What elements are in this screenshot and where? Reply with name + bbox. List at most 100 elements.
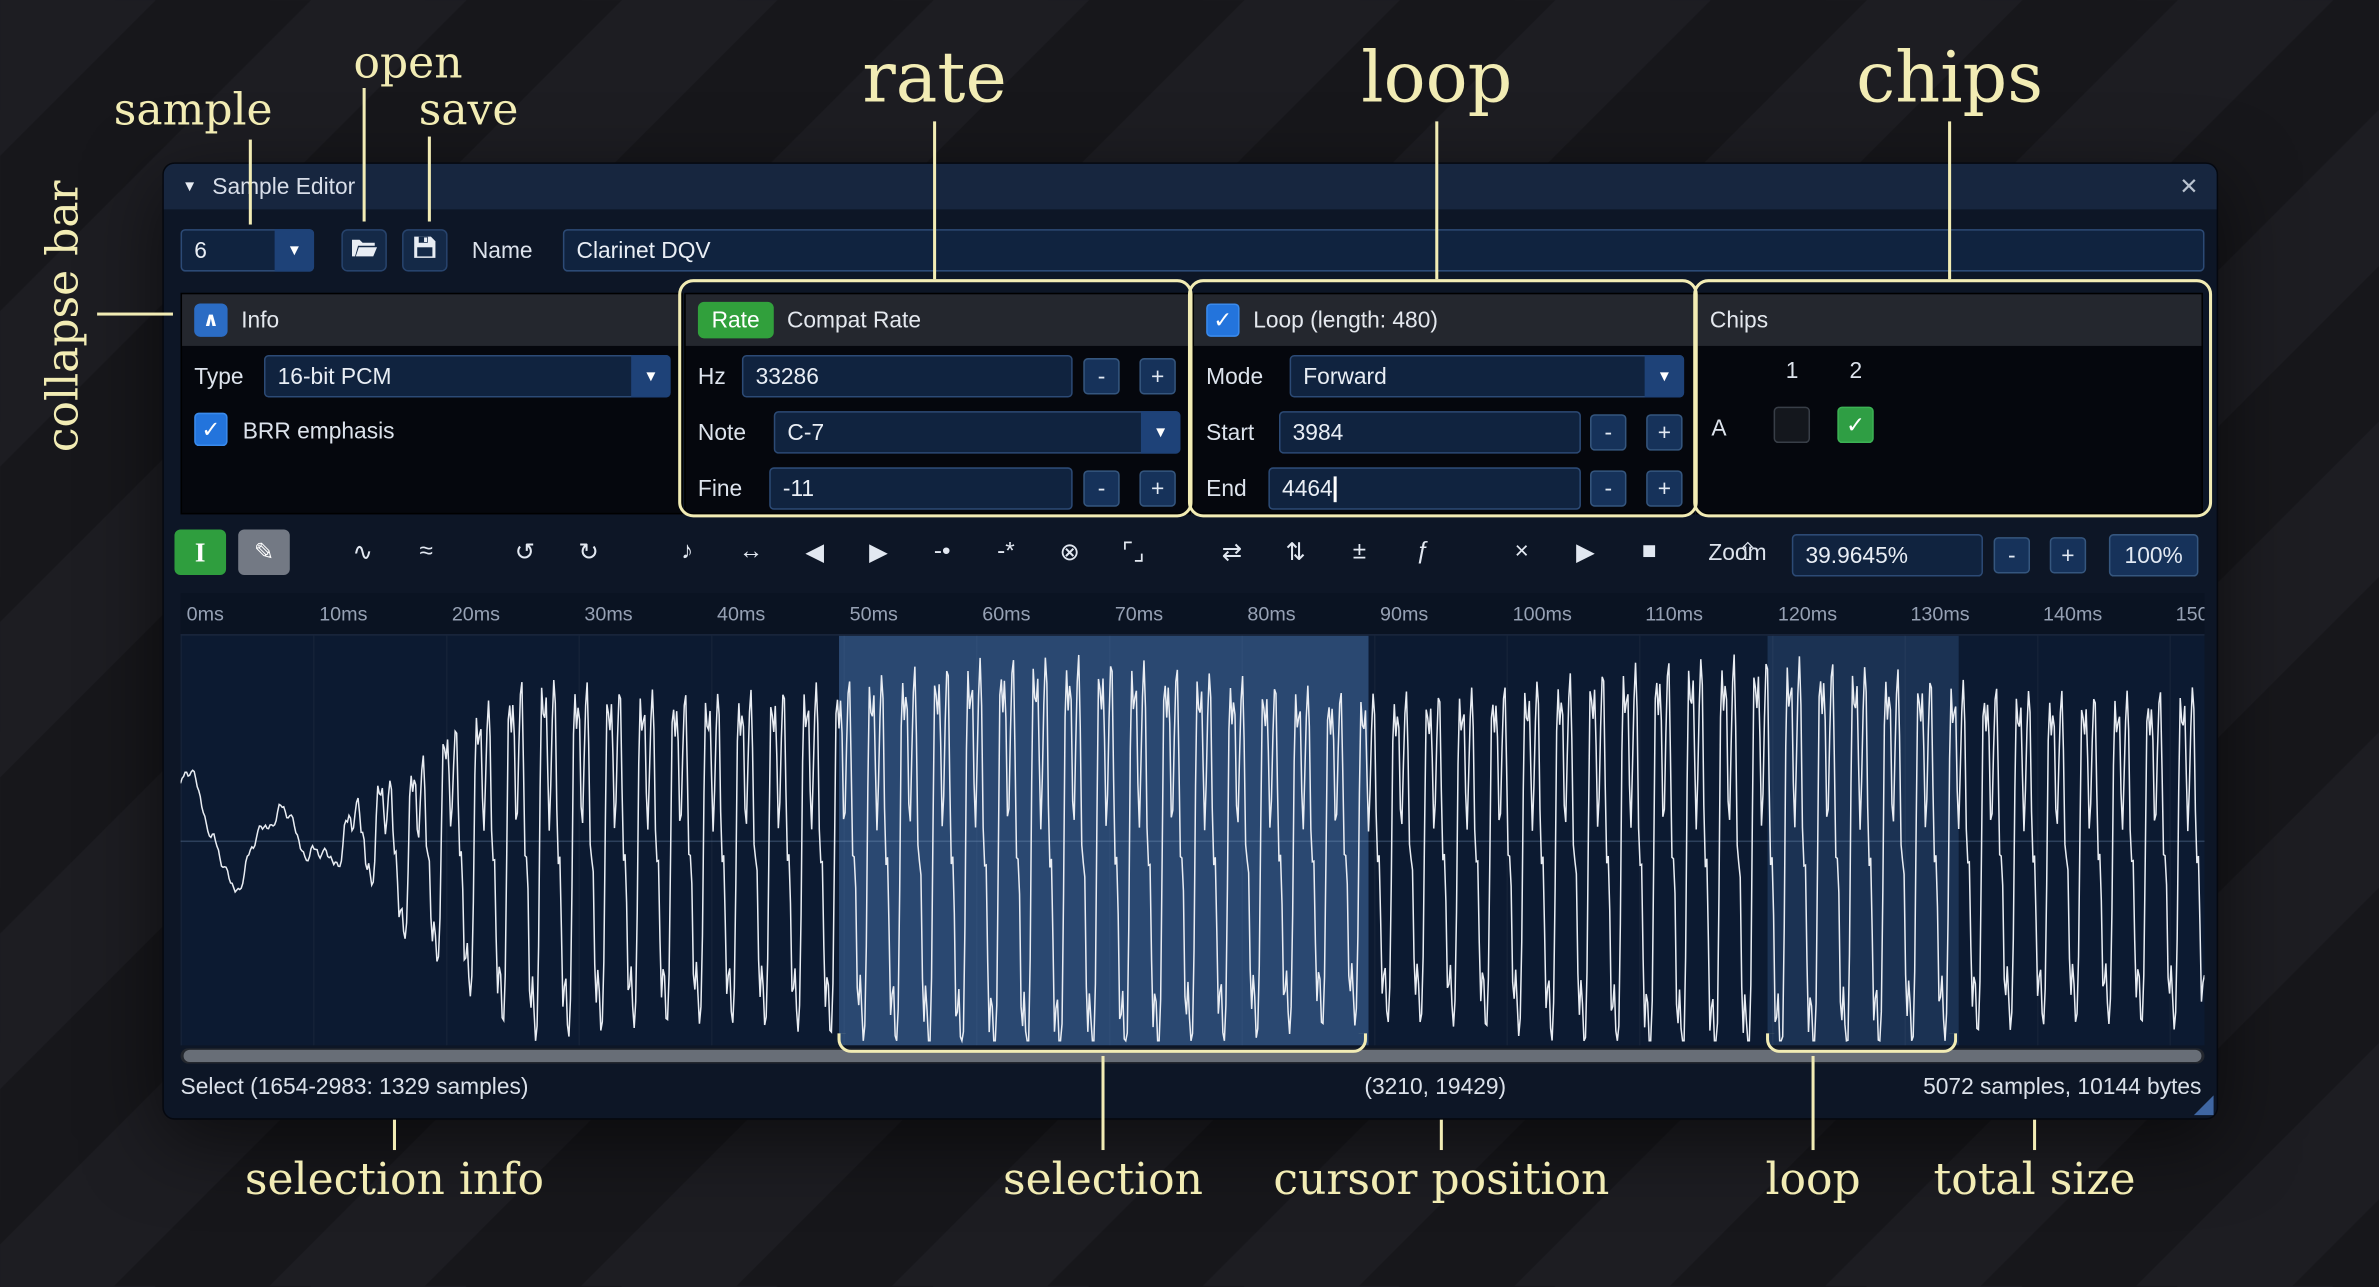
apply-silence-button[interactable]: -* bbox=[980, 530, 1032, 576]
sample-type-dropdown[interactable]: 16-bit PCM ▼ bbox=[264, 355, 671, 397]
annotation-line-rate bbox=[933, 121, 936, 279]
fine-input[interactable]: -11 bbox=[769, 467, 1072, 509]
zoom-in-button[interactable]: + bbox=[2050, 537, 2086, 573]
sign-invert-button[interactable]: ± bbox=[1334, 530, 1386, 576]
delete-circle-icon: ⊗ bbox=[1059, 537, 1079, 567]
horizontal-scrollbar[interactable] bbox=[181, 1048, 2205, 1063]
loop-mode-dropdown[interactable]: Forward ▼ bbox=[1290, 355, 1684, 397]
hz-increment-button[interactable]: + bbox=[1139, 358, 1175, 394]
annotation-total-size: total size bbox=[1934, 1153, 2136, 1205]
open-folder-icon bbox=[350, 236, 377, 265]
status-cursor-position: (3210, 19429) bbox=[1364, 1074, 1506, 1100]
zoom-reset-button[interactable]: 100% bbox=[2109, 534, 2199, 576]
fade-in-icon: ◀ bbox=[805, 537, 824, 567]
redo-button[interactable]: ↻ bbox=[563, 530, 615, 576]
annotation-line-total-size bbox=[2033, 1120, 2036, 1150]
chips-panel-title: Chips bbox=[1710, 307, 1768, 333]
reverse-button[interactable]: ⇄ bbox=[1206, 530, 1258, 576]
loop-start-input[interactable]: 3984 bbox=[1279, 411, 1581, 453]
ruler-tick-label: 90ms bbox=[1380, 602, 1428, 625]
loop-end-input[interactable]: 4464 bbox=[1268, 467, 1581, 509]
save-sample-button[interactable] bbox=[402, 229, 448, 271]
insert-silence-button[interactable]: -• bbox=[916, 530, 968, 576]
loop-start-label: Start bbox=[1206, 420, 1254, 446]
annotation-sample: sample bbox=[114, 83, 273, 135]
note-value: C-7 bbox=[787, 420, 824, 446]
chip-2-checkbox[interactable]: ✓ bbox=[1837, 407, 1873, 443]
chevron-down-icon: ▼ bbox=[1141, 411, 1180, 453]
undo-button[interactable]: ↺ bbox=[499, 530, 551, 576]
loop-enable-checkbox[interactable]: ✓ bbox=[1206, 303, 1239, 336]
ruler-tick-label: 60ms bbox=[982, 602, 1030, 625]
annotation-open: open bbox=[354, 36, 463, 88]
loop-end-decrement-button[interactable]: - bbox=[1590, 470, 1626, 506]
resize-button[interactable]: ∿ bbox=[337, 530, 389, 576]
crossfade-button[interactable]: × bbox=[1496, 530, 1548, 576]
brr-emphasis-checkbox[interactable]: ✓ bbox=[194, 413, 227, 446]
ibeam-cursor-icon: I bbox=[195, 536, 206, 568]
stop-button[interactable]: ■ bbox=[1623, 530, 1675, 576]
title-bar[interactable]: ▼ Sample Editor ✕ bbox=[164, 164, 2217, 210]
sample-type-value: 16-bit PCM bbox=[278, 363, 392, 389]
annotation-collapse-bar: collapse bar bbox=[36, 176, 88, 452]
hz-input[interactable]: 33286 bbox=[742, 355, 1073, 397]
zoom-out-button[interactable]: - bbox=[1994, 537, 2030, 573]
trim-button[interactable]: ⌜⌟ bbox=[1108, 530, 1160, 576]
resize-grip[interactable] bbox=[2194, 1095, 2214, 1115]
info-panel: ∧ Info Type 16-bit PCM ▼ ✓ BRR emphasis bbox=[181, 293, 683, 515]
note-dropdown[interactable]: C-7 ▼ bbox=[774, 411, 1181, 453]
annotation-selection-info: selection info bbox=[245, 1153, 544, 1205]
plus-minus-icon: ± bbox=[1353, 539, 1366, 566]
crop-icon: ⌜⌟ bbox=[1122, 537, 1145, 567]
delete-button[interactable]: ⊗ bbox=[1044, 530, 1096, 576]
fine-decrement-button[interactable]: - bbox=[1083, 470, 1119, 506]
annotation-line-selection-info bbox=[393, 1120, 396, 1150]
hz-decrement-button[interactable]: - bbox=[1083, 358, 1119, 394]
filter-button[interactable]: ƒ bbox=[1397, 530, 1449, 576]
brr-emphasis-label: BRR emphasis bbox=[243, 419, 395, 445]
fade-in-button[interactable]: ◀ bbox=[789, 530, 841, 576]
amplify-button[interactable]: ♪ bbox=[661, 530, 713, 576]
invert-icon: ⇅ bbox=[1286, 537, 1306, 567]
loop-end-increment-button[interactable]: + bbox=[1646, 470, 1682, 506]
zoom-input[interactable]: 39.9645% bbox=[1792, 534, 1983, 576]
note-label: Note bbox=[698, 420, 746, 446]
info-panel-title: Info bbox=[241, 307, 279, 333]
check-icon: ✓ bbox=[1846, 411, 1865, 438]
close-icon[interactable]: ✕ bbox=[2179, 173, 2198, 200]
sample-number-dropdown[interactable]: 6 ▼ bbox=[181, 229, 315, 271]
waveform-area[interactable] bbox=[181, 636, 2205, 1046]
resample-button[interactable]: ≈ bbox=[401, 530, 453, 576]
ruler-tick-label: 80ms bbox=[1247, 602, 1295, 625]
fade-out-button[interactable]: ▶ bbox=[853, 530, 905, 576]
stop-icon: ■ bbox=[1642, 539, 1657, 566]
loop-panel-title: Loop (length: 480) bbox=[1253, 307, 1438, 333]
loop-panel-header: ✓ Loop (length: 480) bbox=[1194, 294, 1693, 346]
screenshot-stage: ▼ Sample Editor ✕ 6 ▼ Name Clarinet DQV bbox=[0, 0, 2379, 1287]
type-label: Type bbox=[194, 364, 243, 390]
ruler-tick-label: 110ms bbox=[1645, 602, 1703, 625]
normalize-button[interactable]: ↔ bbox=[725, 530, 777, 576]
edit-draw-button[interactable]: ✎ bbox=[238, 530, 290, 576]
arrows-expand-icon: ↔ bbox=[739, 539, 763, 566]
loop-start-decrement-button[interactable]: - bbox=[1590, 414, 1626, 450]
invert-button[interactable]: ⇅ bbox=[1270, 530, 1322, 576]
chevron-down-icon: ▼ bbox=[631, 355, 670, 397]
loop-start-value: 3984 bbox=[1293, 420, 1344, 446]
open-sample-button[interactable] bbox=[341, 229, 387, 271]
chip-1-checkbox[interactable] bbox=[1774, 407, 1810, 443]
window-collapse-icon[interactable]: ▼ bbox=[182, 178, 197, 195]
annotation-line-collapse-bar bbox=[97, 313, 173, 316]
name-input[interactable]: Clarinet DQV bbox=[563, 229, 2205, 271]
preview-button[interactable]: ▶ bbox=[1560, 530, 1612, 576]
edit-select-button[interactable]: I bbox=[174, 530, 226, 576]
loop-start-increment-button[interactable]: + bbox=[1646, 414, 1682, 450]
scrollbar-thumb[interactable] bbox=[184, 1050, 2202, 1062]
annotation-chips: chips bbox=[1856, 36, 2043, 118]
fine-increment-button[interactable]: + bbox=[1139, 470, 1175, 506]
fine-value: -11 bbox=[783, 476, 814, 502]
rate-badge[interactable]: Rate bbox=[698, 302, 773, 338]
info-collapse-button[interactable]: ∧ bbox=[194, 303, 227, 336]
status-selection-info: Select (1654-2983: 1329 samples) bbox=[181, 1074, 529, 1100]
hz-value: 33286 bbox=[756, 363, 819, 389]
